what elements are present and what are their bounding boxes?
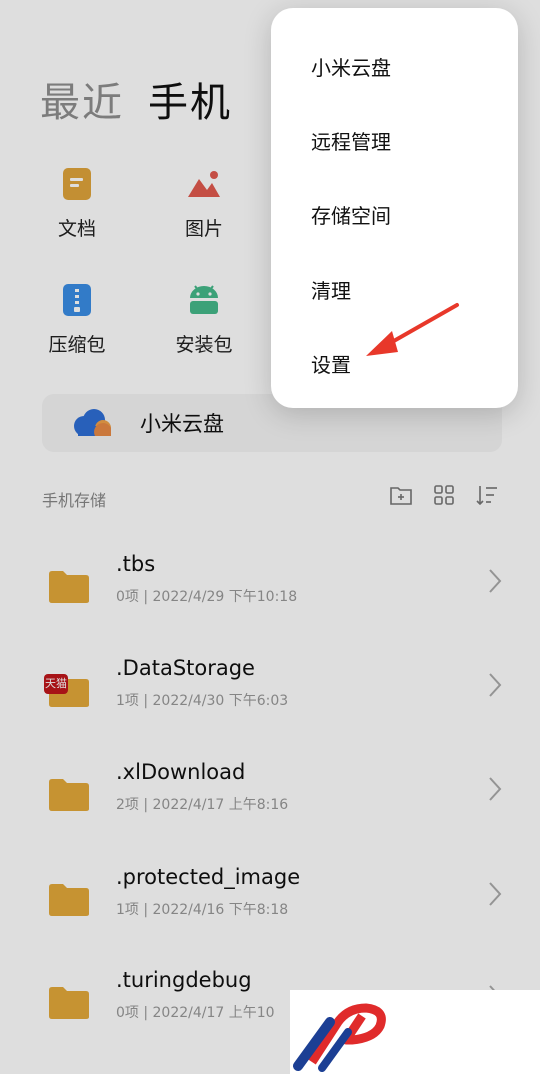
menu-item-settings[interactable]: 设置: [311, 349, 351, 378]
menu-item-cloud-drive[interactable]: 小米云盘: [311, 52, 391, 81]
overflow-menu: 小米云盘 远程管理 存储空间 清理 设置: [271, 8, 518, 408]
file-manager-screen: 最近 手机 文档 图片 压缩包 安装包 小米云盘 手机存储 .tbs 0项 | …: [0, 0, 540, 1074]
watermark-logo: [290, 990, 540, 1074]
menu-item-cleanup[interactable]: 清理: [311, 275, 351, 304]
menu-item-storage-space[interactable]: 存储空间: [311, 200, 391, 229]
menu-item-remote-management[interactable]: 远程管理: [311, 126, 391, 155]
